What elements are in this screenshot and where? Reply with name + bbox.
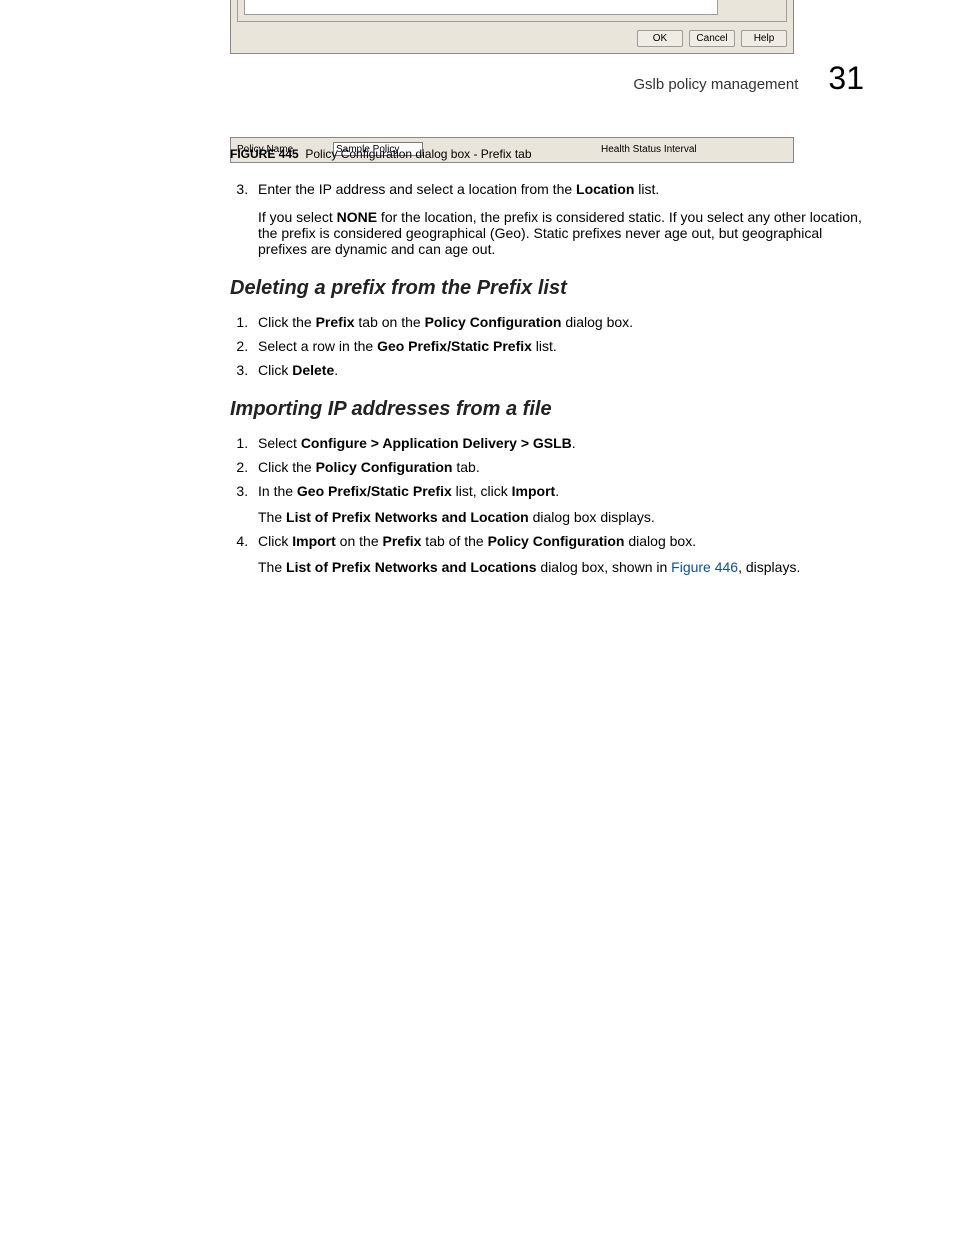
del-step-1: Click the Prefix tab on the Policy Confi…: [252, 314, 864, 330]
imp-step-4: Click Import on the Prefix tab of the Po…: [252, 533, 864, 575]
imp-step-1: Select Configure > Application Delivery …: [252, 435, 864, 451]
section-title: Gslb policy management: [633, 76, 798, 93]
health-label: Health Status Interval: [601, 144, 691, 155]
del-step-3: Click Delete.: [252, 362, 864, 378]
heading-importing: Importing IP addresses from a file: [230, 398, 864, 421]
cancel-button[interactable]: Cancel: [689, 30, 735, 47]
page-number: 31: [828, 60, 864, 97]
imp-step-2: Click the Policy Configuration tab.: [252, 459, 864, 475]
figure-446-link[interactable]: Figure 446: [671, 559, 738, 575]
imp-step-3: In the Geo Prefix/Static Prefix list, cl…: [252, 483, 864, 525]
help-button[interactable]: Help: [741, 30, 787, 47]
prefix-table[interactable]: IP Address / Mask Location Asia NONE Asi…: [244, 0, 718, 15]
figure-number: FIGURE 445: [230, 147, 299, 161]
ok-button[interactable]: OK: [637, 30, 683, 47]
heading-deleting: Deleting a prefix from the Prefix list: [230, 277, 864, 300]
del-step-2: Select a row in the Geo Prefix/Static Pr…: [252, 338, 864, 354]
step-3: Enter the IP address and select a locati…: [252, 181, 864, 257]
figure-caption: FIGURE 445 Policy Configuration dialog b…: [230, 147, 864, 161]
page-header: Gslb policy management 31: [120, 60, 864, 97]
figure-caption-text: Policy Configuration dialog box - Prefix…: [305, 147, 531, 161]
